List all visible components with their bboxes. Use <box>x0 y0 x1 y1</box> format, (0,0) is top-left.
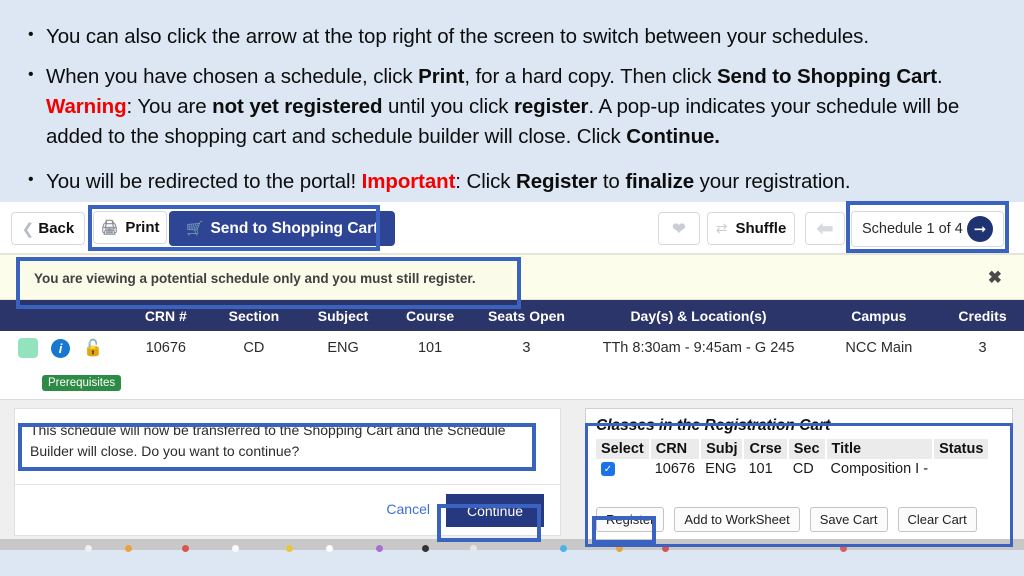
column-header-credits: Credits <box>941 300 1024 331</box>
shopping-cart-icon: 🛒 <box>186 220 204 236</box>
alert-message: You are viewing a potential schedule onl… <box>34 270 476 286</box>
cart-column-crse: Crse <box>743 439 789 459</box>
back-button-label: Back <box>38 220 75 237</box>
cart-column-sec: Sec <box>787 439 827 459</box>
cell-section: CD <box>209 331 299 365</box>
print-button-label: Print <box>125 219 160 236</box>
schedule-pager[interactable]: Schedule 1 of 4 ➞ <box>851 211 1004 247</box>
column-header-seats-open: Seats Open <box>472 300 581 331</box>
registration-cart-title: Classes in the Registration Cart <box>596 417 831 434</box>
cart-cell-sec: CD <box>792 461 814 477</box>
cell-course: 101 <box>387 331 473 365</box>
color-swatch-icon <box>18 338 38 358</box>
checkmark-icon[interactable]: ✓ <box>601 462 615 476</box>
cart-select-cell: ✓ <box>596 459 650 479</box>
cart-column-status: Status <box>933 439 991 459</box>
schedule-toolbar: ❮ Back 🖨 Print 🛒 Send to Shopping Cart ❤… <box>0 202 1024 254</box>
bullet-marker: • <box>28 26 34 43</box>
taskbar-strip <box>0 539 1024 552</box>
schedule-table: CRN # Section Subject Course Seats Open … <box>0 300 1024 399</box>
bullet-item: • When you have chosen a schedule, click… <box>28 62 1008 152</box>
bullet-item: • You can also click the arrow at the to… <box>28 22 1008 52</box>
unlock-icon[interactable]: 🔓 <box>83 338 103 358</box>
info-icon[interactable]: i <box>51 338 70 358</box>
cart-cell-crse: 101 <box>748 461 773 477</box>
cell-crn: 10676 <box>122 331 210 365</box>
send-to-shopping-cart-button[interactable]: 🛒 Send to Shopping Cart <box>169 211 396 246</box>
cart-column-select: Select <box>596 439 651 459</box>
column-header-section: Section <box>209 300 299 331</box>
previous-schedule-button[interactable]: ⬅ <box>805 212 845 245</box>
prerequisites-row: Prerequisites <box>0 365 1024 399</box>
shuffle-button[interactable]: ⇄ Shuffle <box>707 212 795 245</box>
register-button[interactable]: Register <box>596 507 665 532</box>
cancel-button[interactable]: Cancel <box>386 501 430 517</box>
column-header-campus: Campus <box>816 300 942 331</box>
bullet-text: You will be redirected to the portal! Im… <box>46 169 851 193</box>
shuffle-icon: ⇄ <box>715 220 728 236</box>
clear-cart-button[interactable]: Clear Cart <box>897 507 977 532</box>
cart-cell-crn[interactable]: 10676 <box>650 459 700 479</box>
cell-subject: ENG <box>298 331 388 365</box>
bullet-marker: • <box>28 170 34 188</box>
prerequisites-cell: Prerequisites <box>0 365 1024 399</box>
dialog-message: This schedule will now be transferred to… <box>30 422 506 459</box>
send-to-shopping-cart-label: Send to Shopping Cart <box>210 219 379 237</box>
close-icon[interactable]: ✖ <box>988 268 1002 288</box>
column-header-subject: Subject <box>298 300 388 331</box>
save-cart-button[interactable]: Save Cart <box>809 507 888 532</box>
cart-cell-subj: ENG <box>705 461 737 477</box>
instruction-text-block: • You can also click the arrow at the to… <box>28 22 1008 197</box>
shuffle-button-label: Shuffle <box>735 220 787 237</box>
printer-icon: 🖨 <box>100 219 119 235</box>
registration-cart-panel: Classes in the Registration Cart Select … <box>585 408 1013 544</box>
column-header-course: Course <box>387 300 473 331</box>
heart-icon: ❤ <box>672 220 686 238</box>
row-icons-cell: i 🔓 <box>0 331 123 365</box>
registration-cart-actions: Register Add to WorkSheet Save Cart Clea… <box>596 507 977 532</box>
bullet-text: When you have chosen a schedule, click P… <box>46 65 960 149</box>
embedded-screenshot: ❮ Back 🖨 Print 🛒 Send to Shopping Cart ❤… <box>0 202 1024 547</box>
cart-column-crn: CRN <box>649 439 702 459</box>
chevron-left-icon: ❮ <box>21 220 35 238</box>
column-header-crn: CRN # <box>122 300 210 331</box>
confirmation-dialog: This schedule will now be transferred to… <box>14 408 561 536</box>
cell-day-location: TTh 8:30am - 9:45am - G 245 <box>580 331 817 365</box>
cell-credits: 3 <box>941 331 1024 365</box>
cart-row: ✓ 10676 ENG 101 CD Composition I - <box>596 459 989 479</box>
bullet-text: You can also click the arrow at the top … <box>46 25 869 48</box>
registration-cart-table: Select CRN Subj Crse Sec Title Status ✓ … <box>596 439 991 479</box>
cart-column-subj: Subj <box>700 439 745 459</box>
table-header-row: CRN # Section Subject Course Seats Open … <box>0 300 1024 331</box>
arrow-right-circle-icon[interactable]: ➞ <box>967 216 993 242</box>
column-header-days-locations: Day(s) & Location(s) <box>580 300 817 331</box>
schedule-pager-label: Schedule 1 of 4 <box>862 221 963 237</box>
dialog-message-box: This schedule will now be transferred to… <box>22 414 538 471</box>
prerequisites-badge[interactable]: Prerequisites <box>42 374 122 391</box>
arrow-left-circle-icon: ⬅ <box>816 218 834 240</box>
dialog-divider <box>15 484 560 485</box>
cell-seats-open: 3 <box>472 331 581 365</box>
favorite-button[interactable]: ❤ <box>658 212 700 245</box>
alert-message-box: You are viewing a potential schedule onl… <box>22 259 512 297</box>
cell-campus: NCC Main <box>816 331 942 365</box>
cart-cell-title: Composition I - <box>830 461 929 477</box>
add-to-worksheet-button[interactable]: Add to WorkSheet <box>674 507 800 532</box>
slide: • You can also click the arrow at the to… <box>0 0 1024 576</box>
cart-column-title: Title <box>825 439 935 459</box>
bullet-item: • You will be redirected to the portal! … <box>28 167 1008 197</box>
lower-region: This schedule will now be transferred to… <box>0 399 1024 547</box>
bullet-marker: • <box>28 66 34 84</box>
back-button[interactable]: ❮ Back <box>11 212 85 245</box>
cart-header-row: Select CRN Subj Crse Sec Title Status <box>596 439 991 459</box>
cart-cell-status <box>933 459 989 479</box>
print-button[interactable]: 🖨 Print <box>93 211 167 244</box>
continue-button[interactable]: Continue <box>446 494 544 527</box>
column-header-icons <box>0 300 123 331</box>
table-row[interactable]: i 🔓 10676 CD ENG 101 3 TTh 8:30am - 9:45… <box>0 331 1024 365</box>
potential-schedule-alert: You are viewing a potential schedule onl… <box>0 254 1024 300</box>
